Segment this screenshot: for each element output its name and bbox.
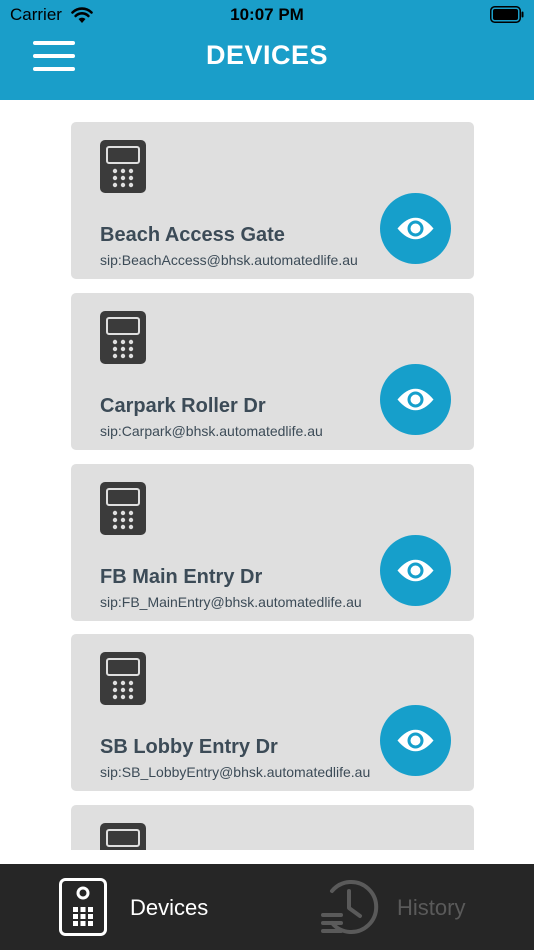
app-header: Carrier 10:07 PM DEVICES — [0, 0, 534, 100]
device-name: Beach Access Gate — [100, 224, 285, 246]
view-device-button[interactable] — [380, 364, 451, 435]
tab-devices-label: Devices — [130, 895, 209, 920]
intercom-icon — [59, 878, 107, 936]
device-name: Carpark Roller Dr — [100, 395, 266, 417]
device-card[interactable] — [71, 805, 474, 850]
device-sip-address: sip:BeachAccess@bhsk.automatedlife.au — [100, 252, 358, 268]
device-sip-address: sip:SB_LobbyEntry@bhsk.automatedlife.au — [100, 764, 371, 780]
eye-icon — [397, 388, 434, 411]
bottom-tab-bar: Devices History — [0, 864, 534, 950]
device-sip-address: sip:Carpark@bhsk.automatedlife.au — [100, 423, 323, 439]
tab-devices[interactable]: Devices — [0, 864, 267, 950]
status-bar: Carrier 10:07 PM — [0, 0, 534, 30]
device-list[interactable]: Beach Access Gate sip:BeachAccess@bhsk.a… — [0, 100, 534, 850]
page-title: DEVICES — [205, 40, 329, 70]
status-time: 10:07 PM — [230, 5, 304, 24]
intercom-keypad-icon — [100, 311, 146, 364]
device-card[interactable]: FB Main Entry Dr sip:FB_MainEntry@bhsk.a… — [71, 464, 474, 621]
view-device-button[interactable] — [380, 535, 451, 606]
device-name: SB Lobby Entry Dr — [100, 736, 278, 758]
intercom-keypad-icon — [100, 823, 146, 850]
device-card[interactable]: Carpark Roller Dr sip:Carpark@bhsk.autom… — [71, 293, 474, 450]
eye-icon — [397, 729, 434, 752]
device-name: FB Main Entry Dr — [100, 566, 263, 588]
eye-icon — [397, 217, 434, 240]
view-device-button[interactable] — [380, 193, 451, 264]
tab-history-label: History — [397, 895, 466, 920]
tab-history[interactable]: History — [267, 864, 534, 950]
battery-icon — [490, 6, 524, 23]
eye-icon — [397, 559, 434, 582]
view-device-button[interactable] — [380, 705, 451, 776]
intercom-keypad-icon — [100, 482, 146, 535]
device-sip-address: sip:FB_MainEntry@bhsk.automatedlife.au — [100, 594, 362, 610]
history-clock-icon — [321, 880, 379, 934]
intercom-keypad-icon — [100, 652, 146, 705]
device-card[interactable]: Beach Access Gate sip:BeachAccess@bhsk.a… — [71, 122, 474, 279]
device-card[interactable]: SB Lobby Entry Dr sip:SB_LobbyEntry@bhsk… — [71, 634, 474, 791]
intercom-keypad-icon — [100, 140, 146, 193]
